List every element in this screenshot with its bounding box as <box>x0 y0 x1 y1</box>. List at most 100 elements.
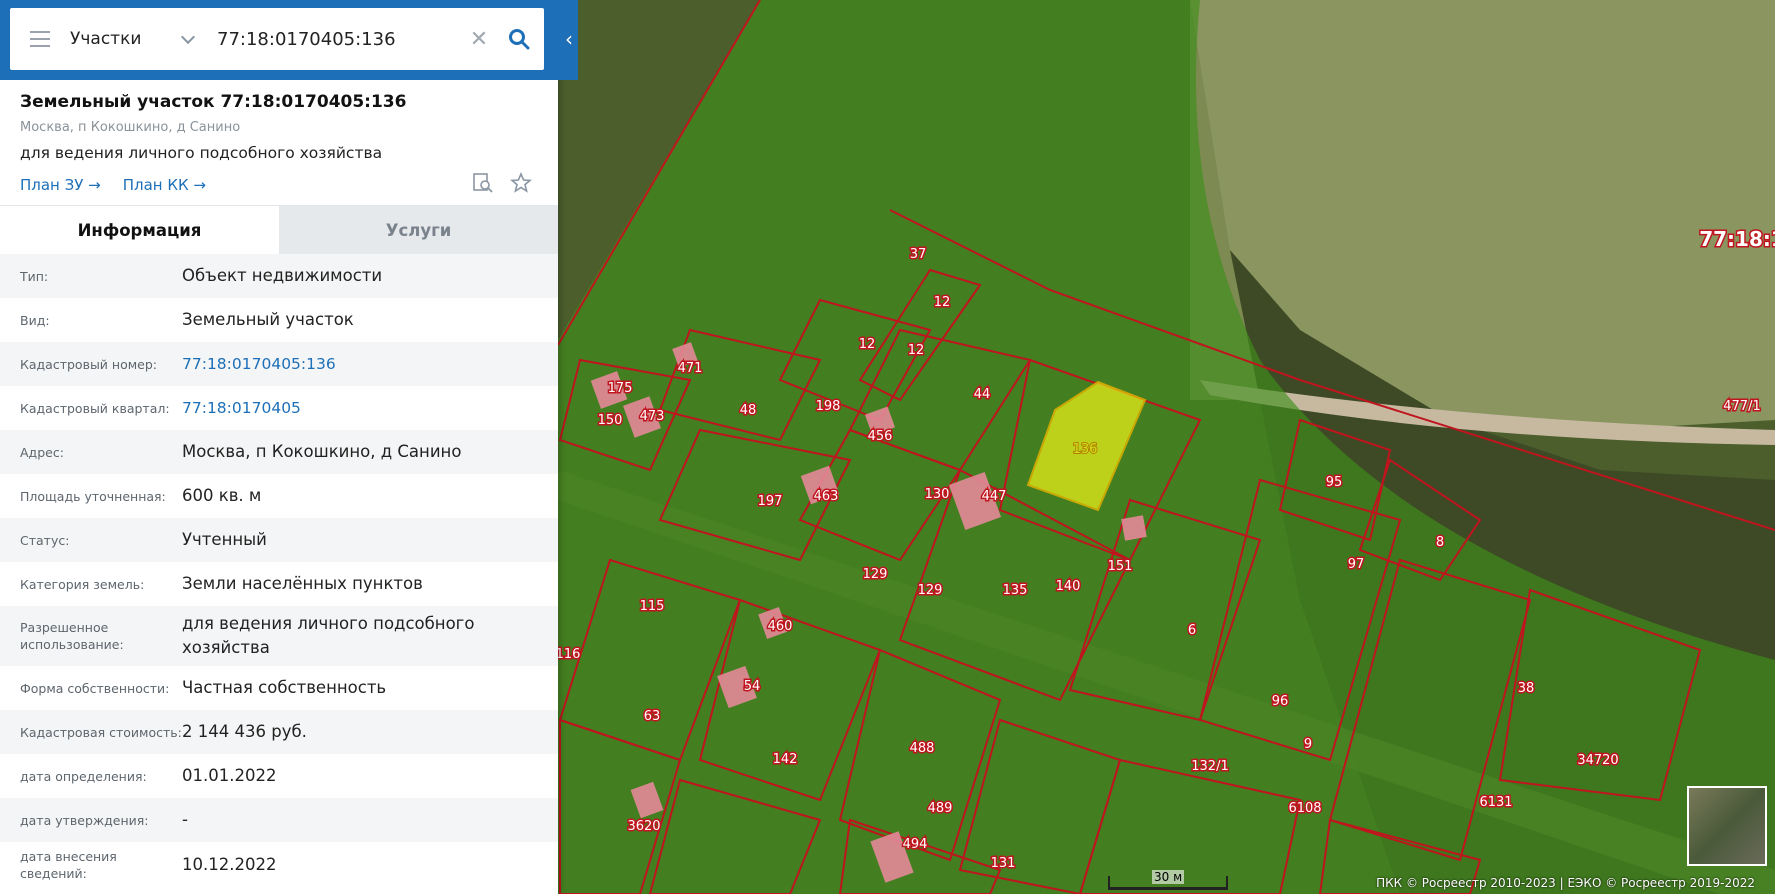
attribute-label: Кадастровый номер: <box>20 356 157 372</box>
plan-links: План ЗУ → План КК → <box>20 172 538 196</box>
parcel-label-142: 142 <box>773 752 798 767</box>
parcel-label-460: 460 <box>768 619 793 634</box>
chevron-down-icon <box>180 29 196 44</box>
parcel-label-9: 9 <box>1304 737 1312 752</box>
parcel-label-136: 136 <box>1073 442 1098 457</box>
document-search-icon[interactable] <box>472 172 494 194</box>
parcel-address-sub: Москва, п Кокошкино, д Санино <box>20 120 241 135</box>
parcel-label-473: 473 <box>640 409 665 424</box>
search-input[interactable] <box>205 19 464 59</box>
attribute-row: Кадастровый номер: 77:18:0170405:136 <box>0 342 558 386</box>
parcel-label-150: 150 <box>598 413 623 428</box>
parcel-label-38: 38 <box>1518 681 1535 696</box>
attribute-label: Вид: <box>20 312 50 328</box>
attribute-value: 10.12.2022 <box>182 855 277 874</box>
parcel-label-132/1: 132/1 <box>1191 759 1228 774</box>
parcel-label-494: 494 <box>903 837 928 852</box>
attribute-value: для ведения личного подсобного хозяйства <box>182 614 475 657</box>
search-type-select[interactable]: Участки <box>70 8 205 70</box>
attribute-row: Категория земель: Земли населённых пункто… <box>0 562 558 606</box>
scale-label: 30 м <box>1152 870 1185 884</box>
attribute-value: 2 144 436 руб. <box>182 722 307 741</box>
attribute-value-link[interactable]: 77:18:0170405 <box>182 396 558 420</box>
parcel-label-54: 54 <box>744 679 761 694</box>
menu-icon[interactable] <box>10 8 70 70</box>
attribute-row: Площадь уточненная: 600 кв. м <box>0 474 558 518</box>
parcel-label-63: 63 <box>644 709 661 724</box>
attribute-value: Частная собственность <box>182 678 387 697</box>
parcel-label-6108: 6108 <box>1288 801 1321 816</box>
parcel-label-129: 129 <box>918 583 943 598</box>
parcel-label-151: 151 <box>1108 559 1133 574</box>
parcel-label-44: 44 <box>974 387 991 402</box>
parcel-label-6: 6 <box>1188 623 1196 638</box>
attribute-list: Тип: Объект недвижимости Вид: Земельный уча… <box>0 254 558 888</box>
parcel-label-471: 471 <box>678 361 703 376</box>
attribute-row: Тип: Объект недвижимости <box>0 254 558 298</box>
attribute-label: Кадастровая стоимость: <box>20 724 182 740</box>
search-type-label: Участки <box>70 29 142 49</box>
collapse-panel-icon[interactable]: ‹ <box>560 22 578 56</box>
attribute-row: Кадастровая стоимость: 2 144 436 руб. <box>0 710 558 754</box>
attribute-row: дата определения: 01.01.2022 <box>0 754 558 798</box>
attribute-row: Адрес: Москва, п Кокошкино, д Санино <box>0 430 558 474</box>
attribute-label: Форма собственности: <box>20 680 170 696</box>
map-scale: 30 м <box>1108 870 1228 890</box>
search-box: Участки ✕ <box>10 8 544 70</box>
parcel-label-3620: 3620 <box>627 819 660 834</box>
attribute-value: 01.01.2022 <box>182 766 277 785</box>
attribute-label: Адрес: <box>20 444 64 460</box>
attribute-value-link[interactable]: 77:18:0170405:136 <box>182 352 558 376</box>
parcel-label-6131: 6131 <box>1479 795 1512 810</box>
attribute-label: Кадастровый квартал: <box>20 400 170 416</box>
parcel-label-198: 198 <box>816 399 841 414</box>
attribute-row: дата утверждения: - <box>0 798 558 842</box>
attribute-label: Площадь уточненная: <box>20 488 166 504</box>
parcel-use: для ведения личного подсобного хозяйства <box>20 144 383 162</box>
tab-info[interactable]: Информация <box>0 206 279 254</box>
parcel-label-8: 8 <box>1436 535 1444 550</box>
attribute-row: дата внесения сведений: 10.12.2022 <box>0 842 558 888</box>
parcel-label-175: 175 <box>608 381 633 396</box>
minimap-toggle[interactable] <box>1687 786 1767 866</box>
attribute-value: Земли населённых пунктов <box>182 574 423 593</box>
panel-tabs: Информация Услуги <box>0 205 558 254</box>
attribute-row: Вид: Земельный участок <box>0 298 558 342</box>
parcel-label-48: 48 <box>740 403 757 418</box>
attribute-label: дата внесения сведений: <box>20 849 117 881</box>
search-bar: Участки ✕ ‹ <box>0 0 578 80</box>
parcel-title: Земельный участок 77:18:0170405:136 <box>20 92 407 112</box>
plan-kk-link[interactable]: План КК → <box>123 176 206 194</box>
attribute-value: - <box>182 810 188 829</box>
parcel-label-456: 456 <box>868 429 893 444</box>
building <box>1121 515 1147 541</box>
attribute-row: Форма собственности: Частная собственност… <box>0 666 558 710</box>
plan-zu-link[interactable]: План ЗУ → <box>20 176 101 194</box>
info-panel: Земельный участок 77:18:0170405:136 Моск… <box>0 0 558 894</box>
attribute-label: Тип: <box>20 268 49 284</box>
star-icon[interactable] <box>510 172 532 194</box>
parcel-label-463: 463 <box>814 489 839 504</box>
parcel-label-37: 37 <box>910 247 927 262</box>
parcel-label-116: 116 <box>556 647 581 662</box>
parcel-label-12: 12 <box>859 337 876 352</box>
attribute-row: Разрешенное использование: для ведения ли… <box>0 606 558 666</box>
attribute-row: Кадастровый квартал: 77:18:0170405 <box>0 386 558 430</box>
attribute-value: Земельный участок <box>182 310 354 329</box>
quarter-label: 77:18:1 <box>1699 227 1775 251</box>
parcel-label-477/1: 477/1 <box>1723 399 1760 414</box>
attribute-label: Разрешенное использование: <box>20 620 124 652</box>
attribute-value: Объект недвижимости <box>182 266 383 285</box>
attribute-label: Категория земель: <box>20 576 145 592</box>
attribute-value: 600 кв. м <box>182 486 262 505</box>
clear-icon[interactable]: ✕ <box>464 8 494 70</box>
parcel-label-130: 130 <box>925 487 950 502</box>
search-button[interactable] <box>494 8 544 70</box>
parcel-label-12: 12 <box>934 295 951 310</box>
parcel-label-488: 488 <box>910 741 935 756</box>
parcel-label-135: 135 <box>1003 583 1028 598</box>
parcel-label-97: 97 <box>1348 557 1365 572</box>
parcel-label-95: 95 <box>1326 475 1343 490</box>
tab-services[interactable]: Услуги <box>279 206 558 254</box>
parcel-label-489: 489 <box>928 801 953 816</box>
